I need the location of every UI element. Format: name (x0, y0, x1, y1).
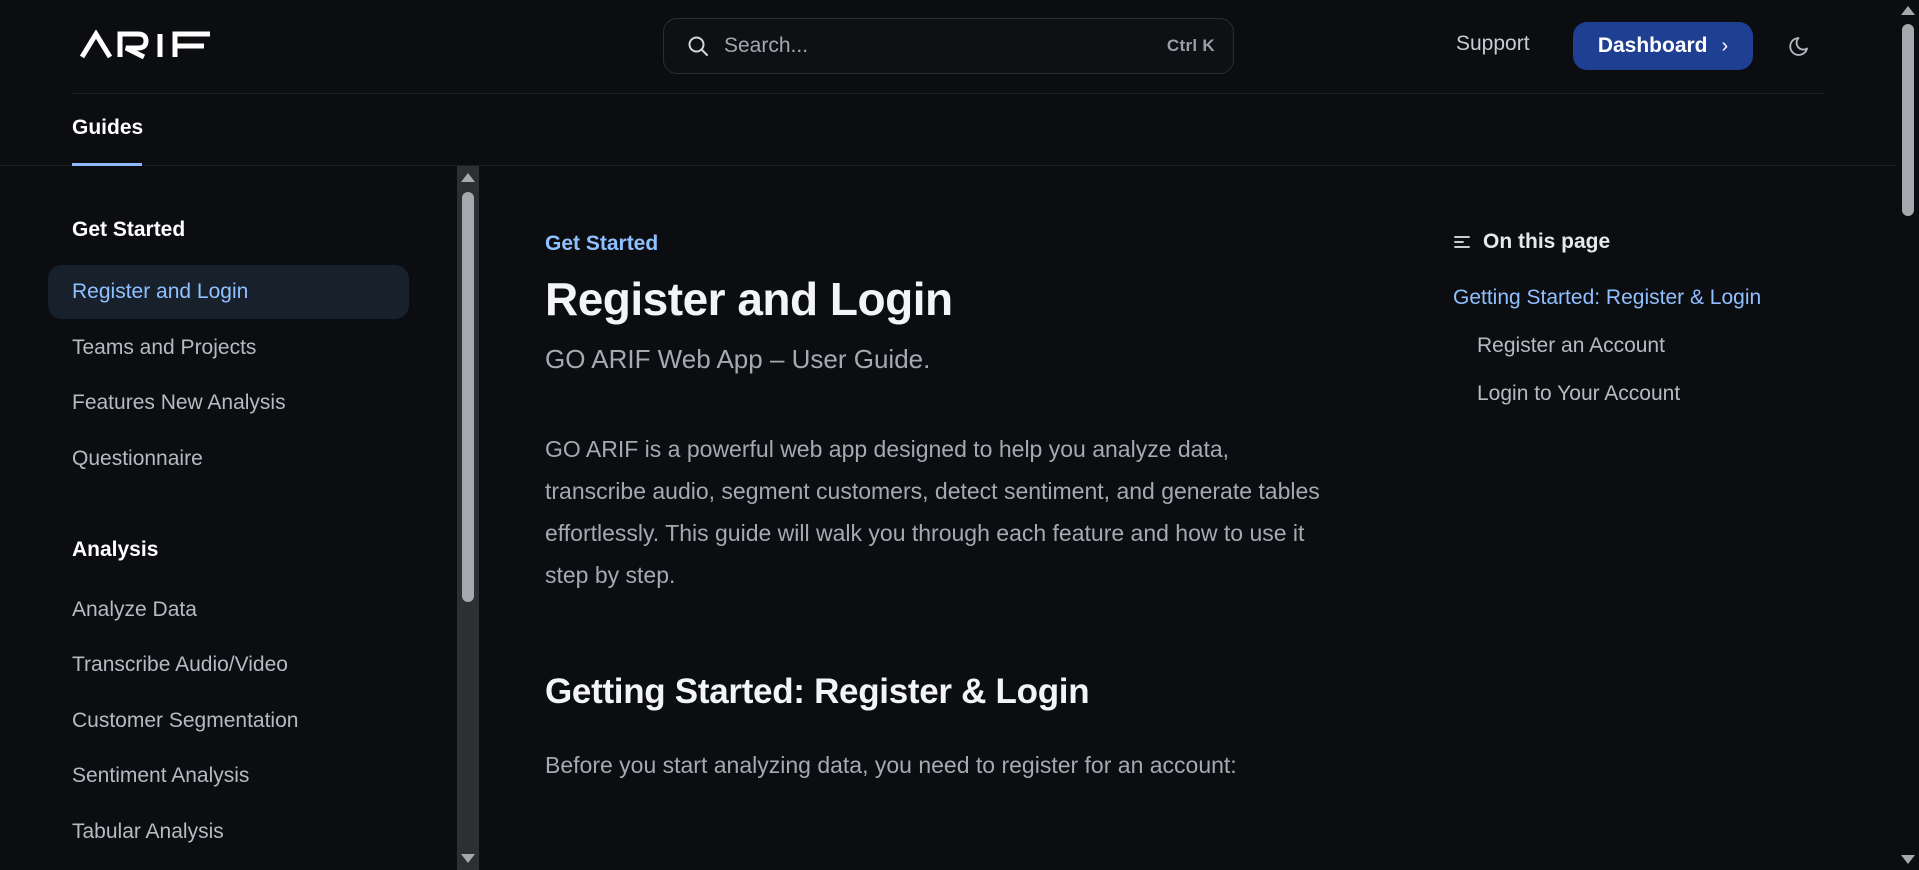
list-icon (1454, 236, 1470, 248)
sidebar-item-questionnaire[interactable]: Questionnaire (48, 432, 409, 486)
scroll-up-arrow-icon[interactable] (461, 173, 475, 182)
sidebar-heading-analysis: Analysis (72, 538, 159, 561)
section-heading: Getting Started: Register & Login (545, 672, 1090, 711)
sidebar-item-teams-and-projects[interactable]: Teams and Projects (48, 321, 409, 375)
sidebar-item-tabular-analysis[interactable]: Tabular Analysis (48, 805, 409, 859)
search-placeholder: Search... (724, 34, 809, 57)
toc-link-getting-started[interactable]: Getting Started: Register & Login (1453, 286, 1761, 310)
page-subtitle: GO ARIF Web App – User Guide. (545, 344, 931, 374)
page-scroll-thumb[interactable] (1902, 24, 1914, 216)
chevron-right-icon: › (1721, 34, 1729, 57)
sidebar-item-label: Customer Segmentation (72, 709, 299, 732)
dashboard-button-label: Dashboard (1597, 34, 1708, 57)
page-title: Register and Login (545, 273, 953, 325)
sidebar-item-transcribe-audio-video[interactable]: Transcribe Audio/Video (48, 638, 409, 692)
section-eyebrow: Get Started (545, 232, 659, 255)
tab-guides[interactable]: Guides (72, 116, 143, 140)
sidebar-item-sentiment-analysis[interactable]: Sentiment Analysis (48, 749, 409, 803)
scroll-down-arrow-icon[interactable] (461, 854, 475, 863)
arif-logo[interactable] (80, 30, 212, 60)
sidebar-item-label: Teams and Projects (72, 336, 257, 359)
moon-icon[interactable] (1787, 31, 1815, 59)
sidebar-item-analyze-data[interactable]: Analyze Data (48, 583, 409, 637)
sidebar-item-label: Questionnaire (72, 447, 203, 470)
sidebar-item-label: Sentiment Analysis (72, 764, 250, 787)
sidebar-item-register-and-login[interactable]: Register and Login (48, 265, 409, 319)
sidebar-item-label: Analyze Data (72, 598, 197, 621)
top-header: Search... Ctrl K Support Dashboard › Gui… (0, 0, 1919, 166)
sidebar-item-features-new-analysis[interactable]: Features New Analysis (48, 376, 409, 430)
sidebar-scroll-thumb[interactable] (462, 192, 474, 602)
toc-heading-label: On this page (1483, 230, 1611, 253)
sidebar-item-label: Register and Login (72, 280, 249, 303)
sidebar-heading-get-started: Get Started (72, 218, 186, 241)
toc-heading: On this page (1453, 230, 1610, 254)
sidebar-item-customer-segmentation[interactable]: Customer Segmentation (48, 694, 409, 748)
sidebar-nav: Get Started Register and Login Teams and… (0, 166, 457, 870)
sidebar-item-label: Tabular Analysis (72, 820, 224, 843)
toc-link-register-account[interactable]: Register an Account (1477, 334, 1665, 358)
main-content: Get Started Register and Login GO ARIF W… (479, 166, 1429, 870)
support-link[interactable]: Support (1456, 32, 1530, 56)
sidebar-scrollbar[interactable] (457, 166, 479, 870)
sidebar-item-label: Transcribe Audio/Video (72, 653, 288, 676)
scroll-down-arrow-icon[interactable] (1901, 855, 1915, 864)
intro-paragraph: GO ARIF is a powerful web app designed t… (545, 436, 1320, 588)
sidebar-item-label: Features New Analysis (72, 391, 286, 414)
section-paragraph: Before you start analyzing data, you nee… (545, 752, 1237, 778)
scroll-up-arrow-icon[interactable] (1901, 6, 1915, 15)
search-bar[interactable]: Search... Ctrl K (663, 18, 1234, 74)
dashboard-button[interactable]: Dashboard › (1573, 22, 1753, 70)
page-scrollbar[interactable] (1897, 0, 1919, 870)
toc-link-login-account[interactable]: Login to Your Account (1477, 382, 1680, 406)
on-this-page: On this page Getting Started: Register &… (1453, 166, 1893, 870)
header-divider (72, 93, 1825, 94)
search-shortcut-hint: Ctrl K (1166, 36, 1215, 55)
search-icon (688, 36, 708, 56)
